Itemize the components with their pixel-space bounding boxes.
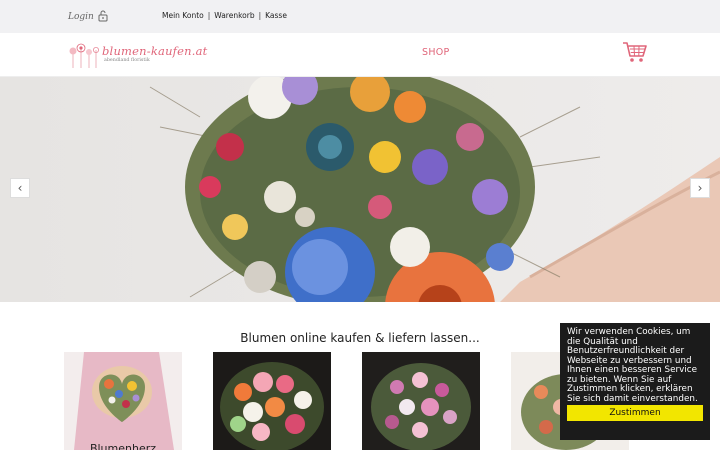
product-card[interactable] xyxy=(213,352,331,450)
logo-subtitle: abendland floristik xyxy=(104,58,150,63)
checkout-link[interactable]: Kasse xyxy=(265,11,287,20)
account-links: Mein Konto | Warenkorb | Kasse xyxy=(162,11,287,20)
shopping-cart-icon xyxy=(623,42,647,62)
chevron-right-icon: › xyxy=(697,181,703,195)
slider-prev-button[interactable]: ‹ xyxy=(10,178,30,198)
product-image xyxy=(362,352,480,450)
my-account-link[interactable]: Mein Konto xyxy=(162,11,204,20)
product-image xyxy=(213,352,331,450)
chevron-left-icon: ‹ xyxy=(17,181,23,195)
page: Login Mein Konto | Warenkorb | Kasse blu… xyxy=(0,0,720,450)
separator: | xyxy=(258,11,262,20)
separator: | xyxy=(207,11,211,20)
cart-link[interactable]: Warenkorb xyxy=(214,11,254,20)
logo-flowers-icon xyxy=(69,43,99,68)
accept-cookies-button[interactable]: Zustimmen xyxy=(567,405,703,421)
product-card[interactable] xyxy=(64,352,182,450)
slider-next-button[interactable]: › xyxy=(690,178,710,198)
top-bar: Login Mein Konto | Warenkorb | Kasse xyxy=(0,0,720,33)
lock-icon xyxy=(97,7,109,26)
cart-button[interactable] xyxy=(622,40,648,64)
login-link[interactable]: Login xyxy=(68,7,109,26)
product-name: Blumenherz xyxy=(89,442,157,450)
hero-slider: ‹ › xyxy=(0,77,720,302)
cookie-text: Wir verwenden Cookies, um die Qualität u… xyxy=(567,327,698,404)
logo-text: blumen-kaufen.at xyxy=(102,44,208,58)
product-card[interactable] xyxy=(362,352,480,450)
cookie-banner: Wir verwenden Cookies, um die Qualität u… xyxy=(560,323,710,440)
product-image xyxy=(64,352,182,450)
logo[interactable]: blumen-kaufen.at abendland floristik xyxy=(68,42,208,68)
login-label: Login xyxy=(68,11,94,22)
shop-nav-link[interactable]: SHOP xyxy=(422,47,450,58)
header: blumen-kaufen.at abendland floristik SHO… xyxy=(0,33,720,77)
hero-bouquet-image xyxy=(0,77,720,302)
